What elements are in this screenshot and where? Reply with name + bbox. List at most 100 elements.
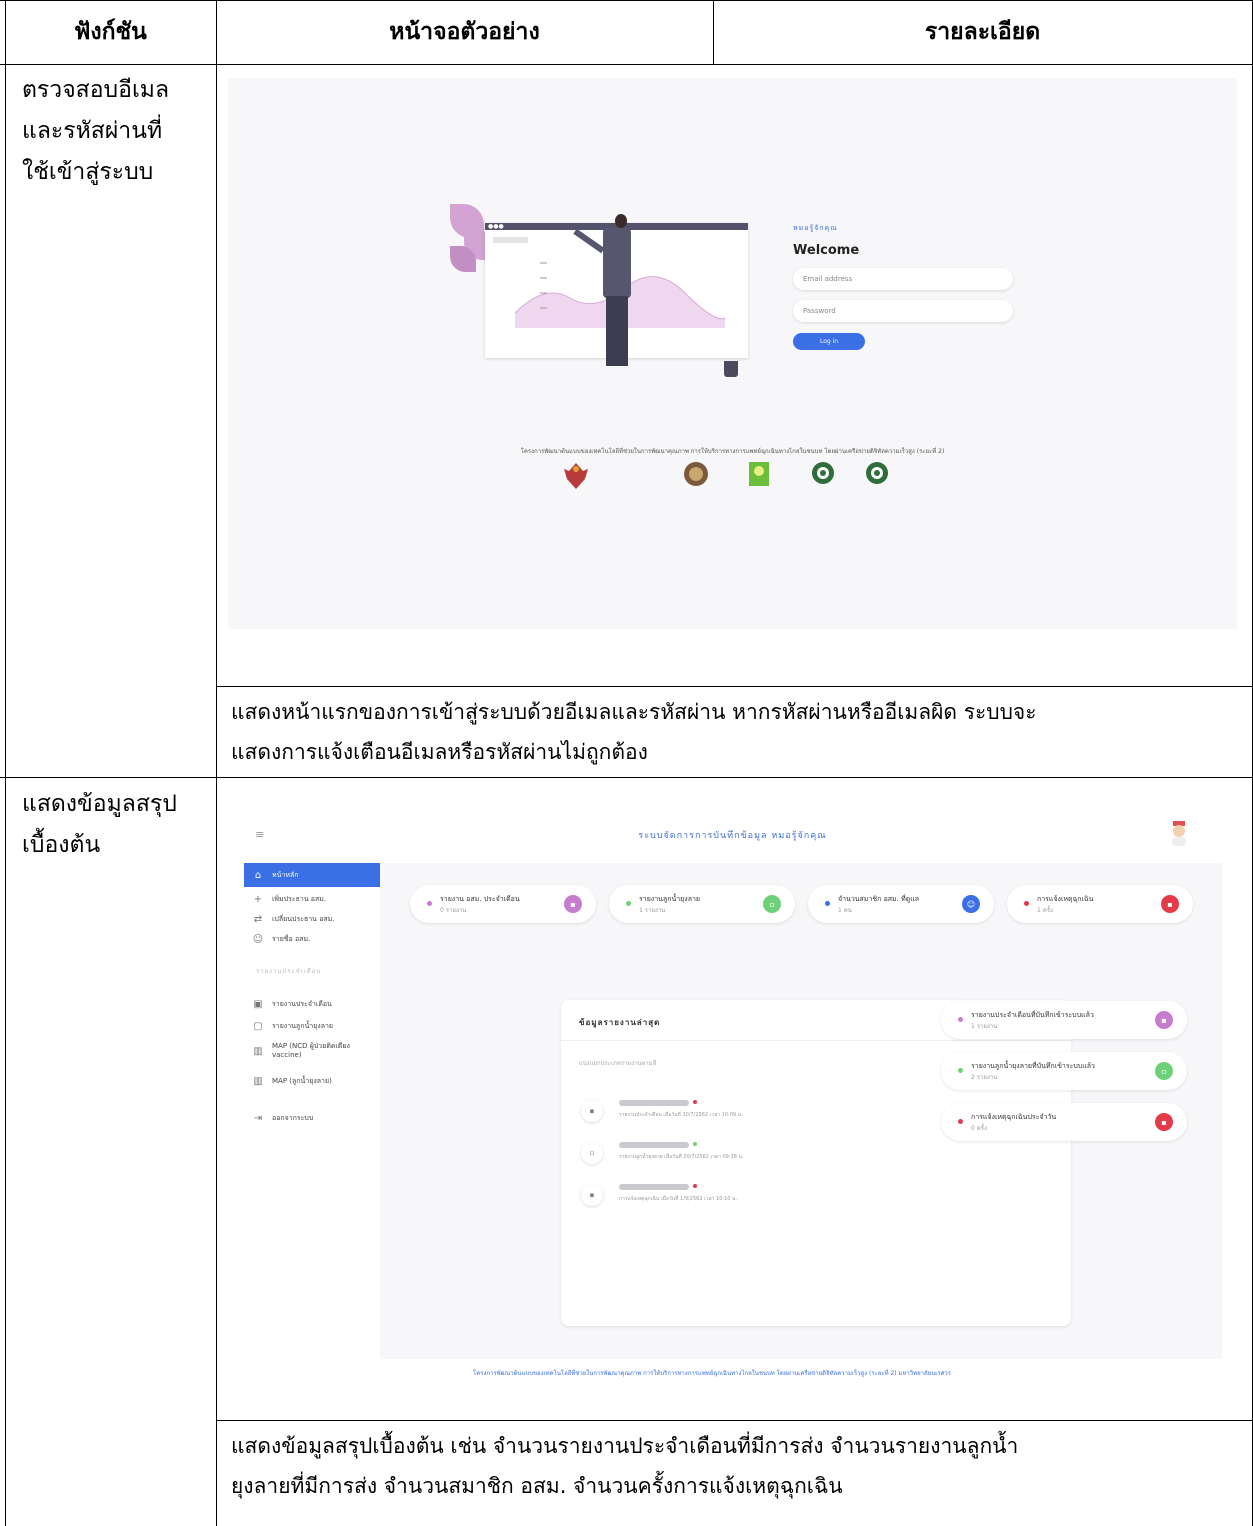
alert-icon: ▪ (1161, 895, 1179, 913)
login-welcome: Welcome (793, 243, 860, 258)
sidebar-item-label: MAP (ลูกน้ำยุงลาย) (272, 1076, 332, 1085)
alert-icon: ▪ (1155, 1113, 1173, 1131)
clipboard-icon: ▢ (253, 1020, 263, 1032)
row1-description-line: แสดงหน้าแรกของการเข้าสู่ระบบด้วยอีเมลและ… (231, 700, 1037, 724)
status-dot (1024, 901, 1029, 906)
garuda-logo-icon (563, 461, 589, 491)
card-value: 2 รายงาน (971, 1074, 998, 1081)
card-title: การแจ้งเหตุฉุกเฉิน (1037, 895, 1094, 903)
header-bottom-border (0, 64, 1253, 65)
summary-card[interactable]: การแจ้งเหตุฉุกเฉินประจำวัน 0 ครั้ง ▪ (941, 1103, 1187, 1141)
summary-card[interactable]: การแจ้งเหตุฉุกเฉิน 1 ครั้ง ▪ (1007, 885, 1193, 923)
sidebar-item-label: รายงานประจำเดือน (272, 999, 332, 1008)
sidebar-item-map-ncd[interactable]: ▥ MAP (NCD ผู้ป่วยติดเตียง vaccine) (244, 1036, 380, 1066)
entry-text: รายงานลูกน้ำยุงลาย เมื่อวันที่ 20/7/2562… (619, 1154, 744, 1160)
report-icon: ▫ (581, 1142, 603, 1164)
status-dot (693, 1100, 697, 1104)
login-brand: หมอรู้จักคุณ (793, 224, 838, 232)
col-divider-1 (216, 0, 217, 1526)
card-value: 1 คน (838, 907, 852, 914)
map-icon: ▥ (253, 1045, 263, 1057)
report-icon: ▪ (581, 1184, 603, 1206)
card-value: 1 รายงาน (639, 907, 666, 914)
card-title: รายงานประจำเดือนที่บันทึกเข้าระบบแล้ว (971, 1011, 1094, 1019)
dashboard-header: ≡ ระบบจัดการการบันทึกข้อมูล หมอรู้จักคุณ (228, 812, 1237, 858)
report-icon: ▪ (581, 1100, 603, 1122)
report-icon: ▪ (564, 895, 582, 913)
clipboard-icon: ▣ (253, 998, 263, 1010)
sidebar-item-member-list[interactable]: ☺ รายชื่อ อสม. (244, 927, 380, 951)
sidebar-item-label: หน้าหลัก (272, 870, 299, 879)
home-icon: ⌂ (254, 869, 262, 881)
summary-card[interactable]: รายงาน อสม. ประจำเดือน 0 รายงาน ▪ (410, 885, 596, 923)
hospital-logo-icon (748, 461, 770, 487)
row1-description: แสดงหน้าแรกของการเข้าสู่ระบบด้วยอีเมลและ… (231, 692, 1037, 772)
university-logo-icon (683, 461, 709, 487)
dashboard-main: รายงาน อสม. ประจำเดือน 0 รายงาน ▪ รายงาน… (380, 863, 1222, 1359)
entry-text: รายงานประจำเดือน เมื่อวันที่ 20/7/2562 เ… (619, 1112, 743, 1118)
status-dot (958, 1068, 963, 1073)
sidebar: ⌂ หน้าหลัก + เพิ่มประธาน อสม. ⇄ เปลี่ยนประธ… (244, 863, 380, 1361)
login-screenshot: ●●● หมอรู้จักคุณ Welcome Email address P… (228, 78, 1237, 629)
project-text: โครงการพัฒนาต้นแบบของเทคโนโลยีที่ช่วยในก… (520, 448, 945, 455)
redacted-name (619, 1142, 689, 1148)
sidebar-item-label: รายชื่อ อสม. (272, 934, 311, 943)
dashboard-screenshot: ≡ ระบบจัดการการบันทึกข้อมูล หมอรู้จักคุณ… (228, 812, 1237, 1395)
person-legs (606, 296, 628, 366)
status-dot (693, 1142, 697, 1146)
sidebar-item-larvae-report[interactable]: ▢ รายงานลูกน้ำยุงลาย (244, 1014, 380, 1038)
sidebar-item-label: MAP (NCD ผู้ป่วยติดเตียง vaccine) (272, 1042, 350, 1059)
sidebar-item-label: รายงานลูกน้ำยุงลาย (272, 1021, 334, 1030)
summary-card[interactable]: จำนวนสมาชิก อสม. ที่ดูแล 1 คน ☺ (808, 885, 994, 923)
card-title: รายงานลูกน้ำยุงลายที่บันทึกเข้าระบบแล้ว (971, 1062, 1095, 1070)
card-title: รายงาน อสม. ประจำเดือน (440, 895, 520, 903)
row2-function-line: เบื้องต้น (22, 832, 101, 858)
sidebar-item-map-larvae[interactable]: ▥ MAP (ลูกน้ำยุงลาย) (244, 1069, 380, 1093)
partner-logos (563, 461, 963, 521)
panel-subtitle: แบ่งแยกประเภทรายงานตามสี (579, 1060, 657, 1067)
login-button[interactable]: Log in (793, 333, 865, 350)
redacted-name (619, 1184, 689, 1190)
status-dot (958, 1017, 963, 1022)
dashboard-footer: โครงการพัฒนาต้นแบบของเทคโนโลยีที่ช่วยในก… (473, 1370, 951, 1377)
panel-title: ข้อมูลรายงานล่าสุด (579, 1018, 661, 1027)
row1-function-line: ตรวจสอบอีเมล (22, 77, 170, 103)
sidebar-item-label: เปลี่ยนประธาน อสม. (272, 914, 335, 923)
summary-card[interactable]: รายงานประจำเดือนที่บันทึกเข้าระบบแล้ว 1 … (941, 1001, 1187, 1039)
plant-pot-illustration (724, 361, 738, 377)
panel-divider (561, 1040, 1071, 1041)
redacted-name (619, 1100, 689, 1106)
sidebar-item-monthly-report[interactable]: ▣ รายงานประจำเดือน (244, 992, 380, 1016)
avatar[interactable] (1168, 820, 1190, 846)
row2-description-line: แสดงข้อมูลสรุปเบื้องต้น เช่น จำนวนรายงาน… (231, 1434, 1019, 1458)
email-field[interactable]: Email address (793, 268, 1013, 290)
row1-function-line: และรหัสผ่านที่ (22, 118, 163, 144)
card-value: 0 ครั้ง (971, 1125, 987, 1132)
sidebar-item-logout[interactable]: ⇥ ออกจากระบบ (244, 1106, 380, 1130)
logout-icon: ⇥ (253, 1112, 263, 1124)
map-icon: ▥ (253, 1075, 263, 1087)
card-value: 0 รายงาน (440, 907, 467, 914)
latest-reports-panel: ข้อมูลรายงานล่าสุด แบ่งแยกประเภทรายงานตา… (561, 1000, 1071, 1326)
person-body (603, 228, 631, 298)
table-left-border (5, 0, 6, 1526)
dashboard-title: ระบบจัดการการบันทึกข้อมูล หมอรู้จักคุณ (638, 831, 827, 841)
list-item[interactable]: ▪ การแจ้งเหตุฉุกเฉิน เมื่อวันที่ 1/9/256… (581, 1180, 1041, 1210)
summary-card[interactable]: รายงานลูกน้ำยุงลาย 1 รายงาน ▫ (609, 885, 795, 923)
person-illustration (615, 214, 627, 228)
users-icon: ☺ (962, 895, 980, 913)
login-form: หมอรู้จักคุณ Welcome Email address Passw… (793, 223, 1023, 350)
summary-card[interactable]: รายงานลูกน้ำยุงลายที่บันทึกเข้าระบบแล้ว … (941, 1052, 1187, 1090)
card-title: จำนวนสมาชิก อสม. ที่ดูแล (838, 895, 920, 903)
row2-desc-top-border (216, 1420, 1253, 1421)
status-dot (825, 901, 830, 906)
status-dot (626, 901, 631, 906)
row1-desc-top-border (216, 686, 1253, 687)
header-screen: หน้าจอตัวอย่าง (389, 19, 540, 45)
password-field[interactable]: Password (793, 300, 1013, 322)
status-dot (427, 901, 432, 906)
sidebar-item-home[interactable]: ⌂ หน้าหลัก (244, 863, 380, 887)
card-value: 1 ครั้ง (1037, 907, 1053, 914)
report-icon: ▫ (763, 895, 781, 913)
list-item[interactable]: ▫ รายงานลูกน้ำยุงลาย เมื่อวันที่ 20/7/25… (581, 1138, 1041, 1168)
